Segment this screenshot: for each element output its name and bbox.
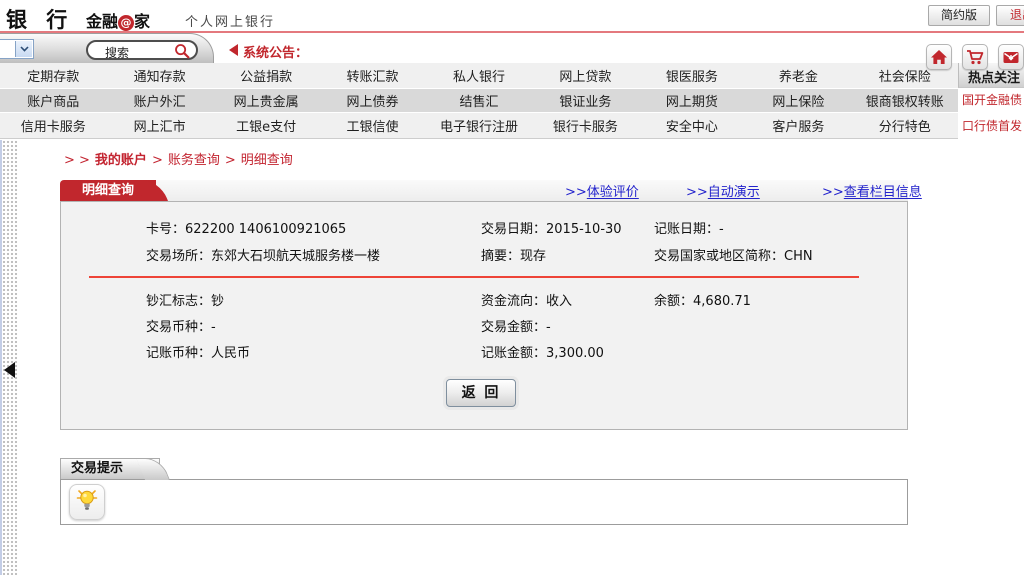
menu-item-r2c3[interactable]: 网上贵金属 [213, 89, 319, 112]
at-icon: @ [118, 15, 135, 31]
menu-item-r3c2[interactable]: 网上汇市 [106, 113, 212, 138]
field-transaction-date: 交易日期：2015-10-30 [481, 222, 622, 237]
menu-item-r1c4[interactable]: 转账汇款 [319, 63, 425, 88]
menu-item-r2c7[interactable]: 网上期货 [639, 89, 745, 112]
logout-button[interactable]: 退出 [996, 5, 1024, 26]
breadcrumb: > > 我的账户 > 账务查询 > 明细查询 [64, 149, 298, 168]
menu-item-r3c7[interactable]: 安全中心 [639, 113, 745, 138]
chevron-down-icon[interactable] [15, 41, 32, 57]
tab-strip [60, 180, 908, 201]
tab-detail-query: 明细查询 [60, 180, 156, 201]
lightbulb-chip [69, 484, 105, 520]
field-transaction-amount: 交易金额：- [481, 320, 551, 335]
field-cash-remit-flag: 钞汇标志：钞 [146, 294, 225, 309]
mail-icon[interactable] [998, 44, 1024, 70]
hot-topic-link[interactable]: 口行债首发 [962, 117, 1022, 134]
menu-item-r3c3[interactable]: 工银e支付 [213, 113, 319, 138]
menu-select[interactable] [0, 39, 34, 59]
home-icon[interactable] [926, 44, 952, 70]
menu-item-r3c8[interactable]: 客户服务 [745, 113, 851, 138]
hot-topic-link[interactable]: 国开金融债 [962, 91, 1022, 108]
simple-version-button[interactable]: 简约版 [928, 5, 990, 26]
menu-item-r2c5[interactable]: 结售汇 [426, 89, 532, 112]
link-prefix: >> [822, 185, 844, 200]
tips-tab: 交易提示 [60, 458, 160, 479]
menu-item-r1c5[interactable]: 私人银行 [426, 63, 532, 88]
page: 银 行 金融@家 个人网上银行 简约版 退出 搜索 系统公告： 定期存款 [0, 0, 1024, 575]
menu-item-r2c1[interactable]: 账户商品 [0, 89, 106, 112]
detail-panel: 卡号：622200 1406100921065 交易日期：2015-10-30 … [60, 201, 908, 430]
sidebar-collapse-strip [0, 140, 18, 575]
menu-item-r1c1[interactable]: 定期存款 [0, 63, 106, 88]
link-label: 查看栏目信息 [843, 185, 922, 200]
collapse-left-arrow-icon[interactable] [4, 362, 15, 378]
link-label: 自动演示 [707, 185, 760, 200]
field-fund-direction: 资金流向：收入 [481, 294, 573, 309]
breadcrumb-my-account[interactable]: 我的账户 [95, 153, 147, 168]
field-booking-date: 记账日期：- [654, 222, 724, 237]
menu-item-r2c8[interactable]: 网上保险 [745, 89, 851, 112]
field-booking-amount: 记账金额：3,300.00 [481, 346, 604, 361]
menu-item-r3c9[interactable]: 分行特色 [852, 113, 958, 138]
link-auto-demo[interactable]: >>自动演示 [686, 181, 760, 200]
tips-box [60, 479, 908, 525]
menu-item-r2c9[interactable]: 银商银权转账 [852, 89, 958, 112]
brand-logo: 金融 @ 家 [86, 8, 150, 32]
menu-item-r3c5[interactable]: 电子银行注册 [426, 113, 532, 138]
menu-item-r3c1[interactable]: 信用卡服务 [0, 113, 106, 138]
breadcrumb-detail-query[interactable]: 明细查询 [241, 153, 293, 168]
menu-row-1: 定期存款 通知存款 公益捐款 转账汇款 私人银行 网上贷款 银医服务 养老金 社… [0, 63, 958, 88]
search-input[interactable]: 搜索 [86, 40, 198, 60]
cart-icon[interactable] [962, 44, 988, 70]
menu-item-r3c6[interactable]: 银行卡服务 [532, 113, 638, 138]
field-card-number: 卡号：622200 1406100921065 [146, 222, 347, 237]
search-placeholder: 搜索 [105, 46, 130, 60]
link-prefix: >> [686, 185, 708, 200]
menu-item-r2c6[interactable]: 银证业务 [532, 89, 638, 112]
brand-left: 金融 [86, 12, 119, 31]
link-view-column-info[interactable]: >>查看栏目信息 [822, 181, 922, 200]
field-transaction-currency: 交易币种：- [146, 320, 216, 335]
main-menu: 定期存款 通知存款 公益捐款 转账汇款 私人银行 网上贷款 银医服务 养老金 社… [0, 63, 958, 139]
link-prefix: >> [565, 185, 587, 200]
field-transaction-place: 交易场所：东郊大石坝航天城服务楼一楼 [146, 249, 381, 264]
field-booking-currency: 记账币种：人民币 [146, 346, 251, 361]
menu-item-r2c2[interactable]: 账户外汇 [106, 89, 212, 112]
breadcrumb-account-query[interactable]: 账务查询 [168, 153, 220, 168]
menu-item-r1c6[interactable]: 网上贷款 [532, 63, 638, 88]
breadcrumb-sep: > [151, 153, 163, 168]
header: 银 行 金融@家 个人网上银行 简约版 退出 [0, 0, 1024, 33]
link-label: 体验评价 [586, 185, 639, 200]
menu-item-r2c4[interactable]: 网上债券 [319, 89, 425, 112]
lightbulb-icon [75, 487, 99, 517]
section-divider [89, 276, 859, 278]
breadcrumb-sep: > [224, 153, 236, 168]
menu-item-r1c7[interactable]: 银医服务 [639, 63, 745, 88]
announcement-speaker-icon [229, 44, 238, 56]
field-summary: 摘要：现存 [481, 249, 547, 264]
brand-right: 家 [134, 12, 151, 31]
menu-item-r1c8[interactable]: 养老金 [745, 63, 851, 88]
menu-row-3: 信用卡服务 网上汇市 工银e支付 工银信使 电子银行注册 银行卡服务 安全中心 … [0, 113, 958, 138]
page-subtitle: 个人网上银行 [185, 15, 276, 30]
search-icon[interactable] [174, 43, 190, 63]
announcement-label: 系统公告： [243, 46, 309, 61]
breadcrumb-arrows: > > [64, 153, 90, 168]
field-balance: 余额：4,680.71 [654, 294, 751, 309]
menu-item-r1c2[interactable]: 通知存款 [106, 63, 212, 88]
header-quick-icons [926, 44, 1024, 70]
bank-logo: 银 行 [6, 8, 74, 32]
back-button[interactable]: 返 回 [446, 379, 516, 407]
field-country-region: 交易国家或地区简称：CHN [654, 249, 813, 264]
menu-item-r1c3[interactable]: 公益捐款 [213, 63, 319, 88]
link-experience-review[interactable]: >>体验评价 [565, 181, 639, 200]
menu-row-2: 账户商品 账户外汇 网上贵金属 网上债券 结售汇 银证业务 网上期货 网上保险 … [0, 88, 958, 113]
menu-item-r3c4[interactable]: 工银信使 [319, 113, 425, 138]
